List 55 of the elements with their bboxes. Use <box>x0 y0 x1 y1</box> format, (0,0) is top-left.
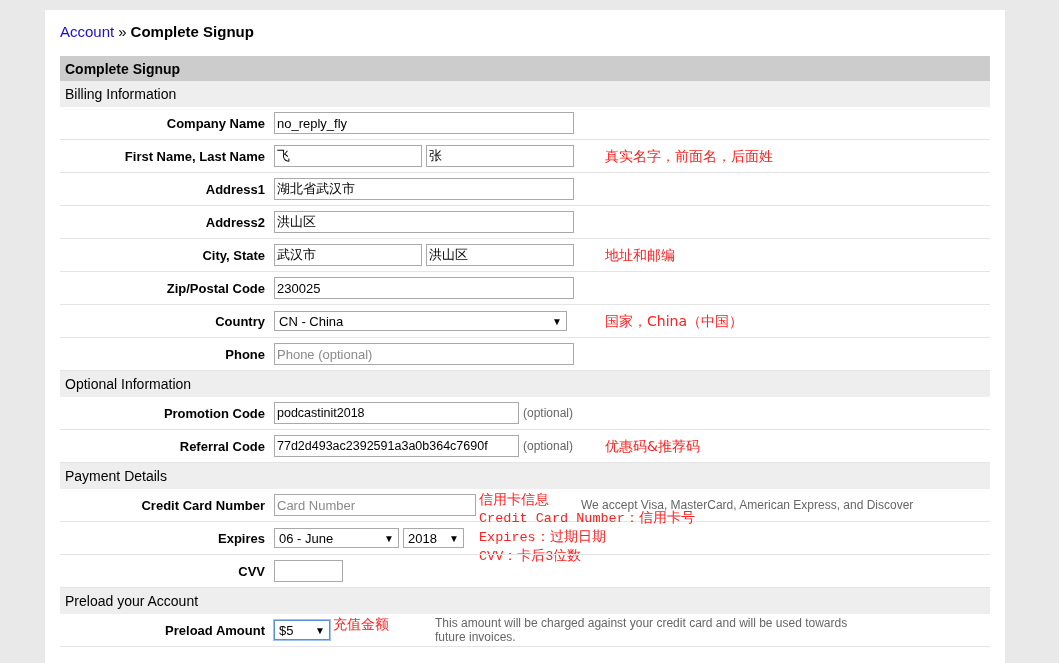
dropdown-arrow-icon: ▼ <box>315 624 325 636</box>
field-label: First Name, Last Name <box>123 148 266 164</box>
field-label: Preload Amount <box>164 622 266 638</box>
input-field[interactable]: 洪山区 <box>426 244 574 266</box>
field-label: City, State <box>201 247 266 263</box>
input-field[interactable]: no_reply_fly <box>274 112 574 134</box>
field-label: Country <box>214 313 266 329</box>
input-field[interactable]: podcastinit2018 <box>274 402 519 424</box>
annotation-text: 地址和邮编 <box>605 247 675 263</box>
dropdown[interactable]: $5 ▼ <box>274 620 330 640</box>
annotation-text: 国家，China（中国） <box>605 313 743 329</box>
field-label: Phone <box>224 346 266 362</box>
field-label: Expires <box>217 530 266 546</box>
input-field[interactable]: 230025 <box>274 277 574 299</box>
breadcrumb-separator: » <box>118 23 127 40</box>
dropdown[interactable]: 06 - June ▼ <box>274 528 399 548</box>
help-text: We accept Visa, MasterCard, American Express, and Discover <box>581 498 915 512</box>
input-field[interactable]: 洪山区 <box>274 211 574 233</box>
section-header: Billing Information <box>60 81 990 107</box>
annotation-text: Expires：过期日期 <box>479 530 606 545</box>
section-header: Preload your Account <box>60 588 990 614</box>
annotation-text: 优惠码&推荐码 <box>605 438 700 454</box>
input-field[interactable]: 湖北省武汉市 <box>274 178 574 200</box>
annotation-text: Credit Card Number：信用卡号 <box>479 511 695 526</box>
field-label: Zip/Postal Code <box>165 280 266 296</box>
input-field[interactable]: 77d2d493ac2392591a3a0b364c7690f <box>274 435 519 457</box>
dropdown-arrow-icon: ▼ <box>384 532 394 544</box>
section-header: Payment Details <box>60 463 990 489</box>
input-field[interactable]: 飞 <box>274 145 422 167</box>
input-field[interactable]: Card Number <box>274 494 476 516</box>
dropdown-arrow-icon: ▼ <box>552 315 562 327</box>
input-field[interactable]: 武汉市 <box>274 244 422 266</box>
input-field[interactable] <box>274 560 343 582</box>
dropdown[interactable]: 2018 ▼ <box>403 528 464 548</box>
field-label: Address1 <box>204 181 266 197</box>
section-header: Optional Information <box>60 371 990 397</box>
optional-note: (optional) <box>523 439 574 453</box>
input-field[interactable]: Phone (optional) <box>274 343 574 365</box>
annotation-text: 信用卡信息 <box>479 491 549 507</box>
field-label: Promotion Code <box>162 405 266 421</box>
field-label: CVV <box>237 563 266 579</box>
annotation-text: 充值金额 <box>333 616 389 632</box>
field-label: Company Name <box>165 115 266 131</box>
dropdown-arrow-icon: ▼ <box>449 532 459 544</box>
breadcrumb-link[interactable]: Account <box>60 23 115 40</box>
panel-title: Complete Signup <box>60 56 990 81</box>
input-field[interactable]: 张 <box>426 145 574 167</box>
optional-note: (optional) <box>523 406 574 420</box>
breadcrumb-current: Complete Signup <box>130 23 254 40</box>
field-label: Address2 <box>204 214 266 230</box>
field-label: Credit Card Number <box>140 497 266 513</box>
help-text: This amount will be charged against your credit card and will be used towards future invoices. <box>435 616 849 644</box>
field-label: Referral Code <box>178 438 266 454</box>
dropdown[interactable]: CN - China ▼ <box>274 311 567 331</box>
annotation-text: 真实名字，前面名，后面姓 <box>605 148 773 164</box>
